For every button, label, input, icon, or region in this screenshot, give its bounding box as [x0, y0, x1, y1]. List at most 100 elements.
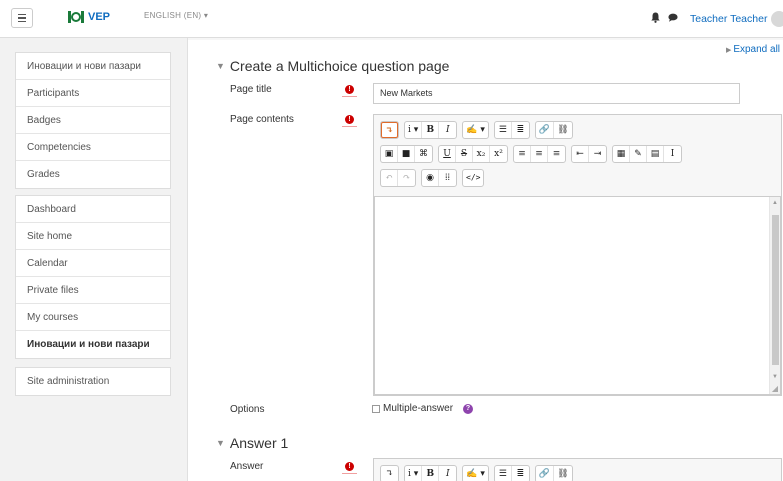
multiple-answer-label[interactable]: Multiple-answer [383, 403, 453, 414]
page-title-label: Page title [230, 84, 272, 95]
html-button[interactable]: </> [463, 170, 483, 186]
underline-button[interactable]: U [439, 146, 456, 162]
sidebar-item-calendar[interactable]: Calendar [16, 250, 170, 277]
align-right-button[interactable]: ≡ [548, 146, 565, 162]
chat-icon[interactable] [668, 13, 678, 22]
outdent-button[interactable]: ⇤ [572, 146, 589, 162]
sidebar-item-dashboard[interactable]: Dashboard [16, 196, 170, 223]
logo-icon [68, 11, 84, 23]
sidebar-item-badges[interactable]: Badges [16, 107, 170, 134]
subscript-button[interactable]: x₂ [473, 146, 490, 162]
ordered-list-button[interactable]: ≣ [512, 466, 529, 481]
clear-formatting-button[interactable]: Ι [664, 146, 681, 162]
toolbar-group: 🔗 ⛓ [534, 121, 573, 139]
toolbar-group: ✍ ▾ [462, 465, 489, 481]
italic-button[interactable]: I [439, 466, 456, 481]
multiple-answer-checkbox[interactable] [372, 405, 380, 413]
bold-button[interactable]: B [422, 122, 440, 138]
toolbar-group: ☰ ≣ [493, 121, 530, 139]
align-left-button[interactable]: ≡ [514, 146, 531, 162]
special-char-button[interactable]: ✎ [630, 146, 647, 162]
avatar[interactable] [771, 11, 783, 27]
required-icon: ! [342, 85, 357, 97]
font-color-button[interactable]: ✍ ▾ [463, 466, 488, 481]
undo-button[interactable]: ↶ [381, 170, 398, 186]
toolbar-group: ⇤ ⇥ [571, 145, 607, 163]
table-button[interactable]: ▤ [647, 146, 664, 162]
editor-toolbar-row-1: ↴ i ▾ B I ✍ ▾ ☰ ≣ 🔗 ⛓ [380, 121, 573, 139]
indent-button[interactable]: ⇥ [589, 146, 606, 162]
image-button[interactable]: ▣ [381, 146, 398, 162]
sidebar-course-nav: Иновации и нови пазари Participants Badg… [15, 52, 171, 189]
required-icon: ! [342, 462, 357, 474]
media-button[interactable]: ■ [398, 146, 415, 162]
superscript-button[interactable]: x² [490, 146, 507, 162]
unlink-button[interactable]: ⛓ [554, 466, 571, 481]
accessibility-checker-button[interactable]: ◉ [422, 170, 439, 186]
page-contents-label: Page contents [230, 114, 294, 125]
expand-all-label: Expand all [733, 44, 781, 55]
toolbar-group: </> [462, 169, 485, 187]
bell-icon[interactable] [651, 12, 660, 23]
editor-scrollbar[interactable]: ▲ ▼ [769, 197, 780, 394]
redo-button[interactable]: ↷ [398, 170, 415, 186]
equation-button[interactable]: ▦ [613, 146, 630, 162]
unordered-list-button[interactable]: ☰ [495, 466, 512, 481]
manage-files-button[interactable]: ⌘ [415, 146, 432, 162]
top-navbar: VEP ENGLISH (EN) ▾ Teacher Teacher [0, 0, 783, 38]
top-divider [188, 38, 783, 40]
scrollbar-thumb[interactable] [772, 215, 779, 365]
bold-button[interactable]: B [422, 466, 440, 481]
italic-button[interactable]: I [439, 122, 456, 138]
unlink-button[interactable]: ⛓ [554, 122, 571, 138]
align-center-button[interactable]: ≡ [531, 146, 548, 162]
answer-toolbar-row-1: ↴ i ▾ B I ✍ ▾ ☰ ≣ 🔗 ⛓ [380, 465, 573, 481]
resize-grip-icon[interactable]: ◢ [772, 384, 778, 393]
link-button[interactable]: 🔗 [536, 122, 555, 138]
link-button[interactable]: 🔗 [536, 466, 555, 481]
sidebar-item-course[interactable]: Иновации и нови пазари [16, 53, 170, 80]
language-menu[interactable]: ENGLISH (EN) ▾ [144, 11, 208, 20]
user-menu[interactable]: Teacher Teacher [690, 13, 767, 25]
caret-down-icon: ▼ [216, 61, 225, 71]
sidebar-item-my-courses[interactable]: My courses [16, 304, 170, 331]
toolbar-group: 🔗 ⛓ [534, 465, 573, 481]
scroll-down-icon[interactable]: ▼ [772, 374, 778, 380]
toolbar-group: ✍ ▾ [462, 121, 489, 139]
section-header-answer-1[interactable]: ▼ Answer 1 [216, 435, 288, 451]
toolbar-group: ▣ ■ ⌘ [380, 145, 433, 163]
collapse-toolbar-button[interactable]: ↴ [381, 466, 398, 481]
toolbar-group: ☰ ≣ [493, 465, 530, 481]
paragraph-style-button[interactable]: i ▾ [405, 122, 423, 138]
collapse-toolbar-button[interactable]: ↴ [381, 122, 398, 138]
page-title-input[interactable]: New Markets [373, 83, 740, 104]
section-header-create[interactable]: ▼ Create a Multichoice question page [216, 58, 449, 74]
sidebar-item-competencies[interactable]: Competencies [16, 134, 170, 161]
sidebar-item-site-administration[interactable]: Site administration [16, 368, 170, 395]
unordered-list-button[interactable]: ☰ [495, 122, 512, 138]
sidebar-item-site-home[interactable]: Site home [16, 223, 170, 250]
hamburger-icon[interactable] [11, 8, 33, 28]
answer-section-title: Answer 1 [229, 435, 289, 451]
paragraph-style-button[interactable]: i ▾ [405, 466, 423, 481]
help-icon[interactable]: ? [463, 404, 473, 414]
toolbar-group: ▦ ✎ ▤ Ι [612, 145, 682, 163]
page-contents-textarea[interactable]: ▲ ▼ ◢ [374, 196, 781, 395]
sidebar-item-private-files[interactable]: Private files [16, 277, 170, 304]
sidebar-item-current-course[interactable]: Иновации и нови пазари [16, 331, 170, 358]
font-color-button[interactable]: ✍ ▾ [463, 122, 488, 138]
screenreader-helper-button[interactable]: ⁞⁞ [439, 170, 456, 186]
caret-down-icon: ▼ [216, 438, 225, 448]
sidebar-item-participants[interactable]: Participants [16, 80, 170, 107]
toolbar-group: ◉ ⁞⁞ [421, 169, 457, 187]
site-name: VEP [88, 11, 111, 23]
sidebar-item-grades[interactable]: Grades [16, 161, 170, 188]
ordered-list-button[interactable]: ≣ [512, 122, 529, 138]
toolbar-group: ↴ [380, 121, 399, 139]
scroll-up-icon[interactable]: ▲ [772, 200, 778, 206]
section-title: Create a Multichoice question page [229, 58, 450, 74]
expand-all-link[interactable]: ▶ Expand all [726, 44, 780, 55]
sidebar-admin-nav: Site administration [15, 367, 171, 396]
site-logo[interactable]: VEP [68, 10, 110, 24]
strikethrough-button[interactable]: S [456, 146, 473, 162]
